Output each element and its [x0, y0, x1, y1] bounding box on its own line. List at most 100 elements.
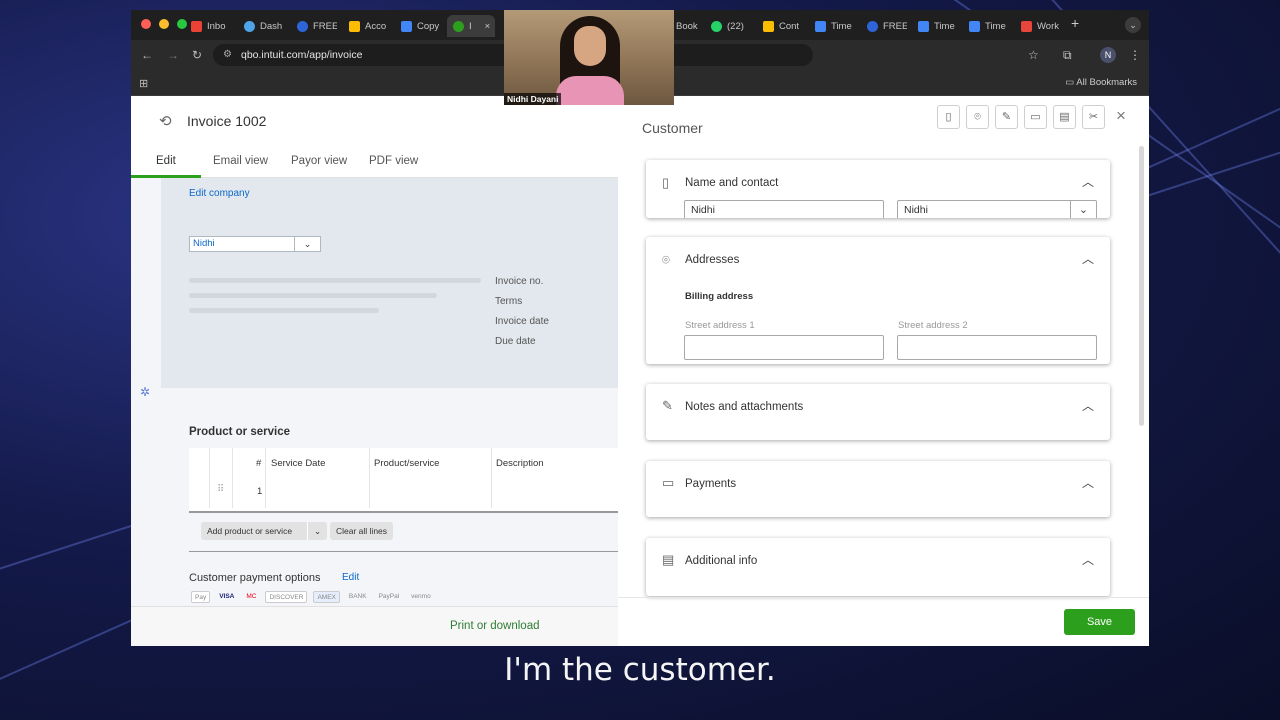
tab-search-button[interactable]: ⌄ [1125, 17, 1141, 33]
presenter-name: Nidhi Dayani [504, 93, 562, 105]
terms-label: Terms [495, 296, 523, 307]
section-title: Payments [685, 478, 737, 490]
browser-tab-active[interactable]: I × [447, 15, 495, 37]
chevron-down-icon[interactable]: ⌄ [307, 522, 327, 540]
edit-note-icon[interactable]: ✎ [995, 105, 1018, 129]
invoice-no-label: Invoice no. [495, 276, 544, 287]
video-caption: I'm the customer. [504, 652, 776, 688]
browser-tab[interactable]: Cont [763, 15, 803, 37]
notes-attachments-section: ✎ Notes and attachments ︿ [646, 384, 1110, 440]
loading-placeholder [189, 308, 379, 313]
tab-payor-view[interactable]: Payor view [291, 155, 347, 167]
customer-select[interactable]: Nidhi ⌄ [189, 236, 321, 252]
reload-icon[interactable]: ↻ [192, 48, 202, 62]
drag-handle-icon[interactable]: ⠿ [217, 484, 224, 495]
invoice-date-label: Invoice date [495, 316, 549, 327]
clear-lines-button[interactable]: Clear all lines [330, 522, 394, 540]
additional-info-section: ▤ Additional info ︿ [646, 538, 1110, 596]
browser-tab[interactable]: Time [969, 15, 1009, 37]
close-tab-icon[interactable]: × [485, 21, 491, 32]
browser-tab[interactable]: Copy [401, 15, 441, 37]
extensions-icon[interactable]: ⧉ [1063, 48, 1072, 63]
site-info-icon[interactable]: ⚙ [223, 44, 232, 66]
section-title: Name and contact [685, 177, 779, 189]
chevron-down-icon[interactable]: ⌄ [1070, 201, 1096, 218]
all-bookmarks[interactable]: ▭ All Bookmarks [1065, 77, 1137, 88]
section-title: Addresses [685, 254, 740, 266]
bookmark-star-icon[interactable]: ☆ [1028, 48, 1039, 62]
tools-icon[interactable]: ✂ [1082, 105, 1105, 129]
column-header: Service Date [271, 458, 326, 469]
venmo-logo: venmo [411, 593, 431, 600]
invoice-editor: ⟲ Invoice 1002 Edit Email view Payor vie… [131, 96, 618, 646]
add-product-button[interactable]: Add product or service ⌄ [201, 522, 327, 540]
first-name-input[interactable]: Nidhi [684, 200, 884, 218]
tab-favicon-icon [297, 20, 308, 32]
browser-tab[interactable]: (22) [711, 15, 751, 37]
back-icon[interactable]: ← [141, 48, 153, 62]
tab-email-view[interactable]: Email view [213, 155, 268, 167]
discover-logo: DISCOVER [265, 591, 308, 603]
maximize-window-button[interactable] [177, 19, 187, 29]
browser-tab[interactable]: FREE [867, 15, 907, 37]
tab-favicon-icon [1021, 20, 1032, 32]
browser-tab[interactable]: FREE [297, 15, 337, 37]
chevron-up-icon[interactable]: ︿ [1082, 551, 1094, 568]
tab-edit[interactable]: Edit [156, 155, 176, 167]
bank-logo: BANK [348, 593, 367, 600]
browser-tab[interactable]: Acco [349, 15, 389, 37]
line-items-table: # Service Date Product/service Descripti… [189, 448, 618, 513]
location-pin-icon[interactable]: ⌾ [966, 105, 989, 129]
browser-tab[interactable]: Time [815, 15, 855, 37]
folder-icon: ▭ [1065, 77, 1077, 88]
forward-icon[interactable]: → [167, 48, 179, 62]
street2-input[interactable] [897, 335, 1097, 360]
browser-tab[interactable]: Dash [244, 15, 284, 37]
street2-label: Street address 2 [898, 320, 968, 331]
section-title: Additional info [685, 555, 758, 567]
loading-placeholder [189, 278, 481, 283]
profile-avatar[interactable]: N [1100, 47, 1116, 63]
menu-icon[interactable]: ⋮ [1129, 48, 1141, 62]
display-name-select[interactable]: Nidhi ⌄ [897, 200, 1097, 218]
amex-logo: AMEX [313, 591, 340, 603]
close-window-button[interactable] [141, 19, 151, 29]
due-date-label: Due date [495, 336, 536, 347]
browser-tab[interactable]: Inbo [191, 15, 231, 37]
apple-pay-logo: Pay [191, 591, 211, 603]
chevron-down-icon[interactable]: ⌄ [294, 237, 320, 251]
chevron-up-icon[interactable]: ︿ [1082, 474, 1094, 491]
chevron-up-icon[interactable]: ︿ [1082, 250, 1094, 267]
payment-options-edit-link[interactable]: Edit [342, 572, 359, 583]
tab-favicon-icon [763, 20, 774, 32]
contact-card-icon[interactable]: ▯ [937, 105, 960, 129]
street1-input[interactable] [684, 335, 884, 360]
window-controls [141, 19, 187, 29]
drawer-title: Customer [642, 120, 703, 136]
document-icon[interactable]: ▤ [1053, 105, 1076, 129]
scrollbar[interactable] [1139, 146, 1144, 426]
chevron-up-icon[interactable]: ︿ [1082, 397, 1094, 414]
tab-favicon-icon [349, 20, 360, 32]
new-tab-button[interactable]: + [1071, 15, 1079, 31]
mastercard-logo: MC [246, 593, 257, 600]
edit-company-link[interactable]: Edit company [189, 188, 250, 199]
webcam-overlay: Nidhi Dayani [504, 10, 674, 105]
print-download-button[interactable]: Print or download [450, 620, 540, 632]
browser-tab[interactable]: Work [1021, 15, 1061, 37]
credit-card-icon[interactable]: ▭ [1024, 105, 1047, 129]
column-header: Product/service [374, 458, 440, 469]
tab-favicon-icon [969, 20, 980, 32]
close-icon[interactable]: × [1116, 106, 1126, 126]
chevron-up-icon[interactable]: ︿ [1082, 173, 1094, 190]
history-icon[interactable]: ⟲ [159, 112, 172, 130]
tab-pdf-view[interactable]: PDF view [369, 155, 418, 167]
browser-tab[interactable]: Time [918, 15, 958, 37]
settings-gear-icon[interactable]: ✲ [140, 385, 150, 399]
location-pin-icon: ⌾ [662, 252, 670, 267]
save-button[interactable]: Save [1064, 609, 1135, 635]
browser-tab[interactable]: Book [676, 15, 702, 37]
apps-grid-icon[interactable]: ⊞ [139, 77, 148, 90]
column-header: # [256, 458, 262, 469]
minimize-window-button[interactable] [159, 19, 169, 29]
